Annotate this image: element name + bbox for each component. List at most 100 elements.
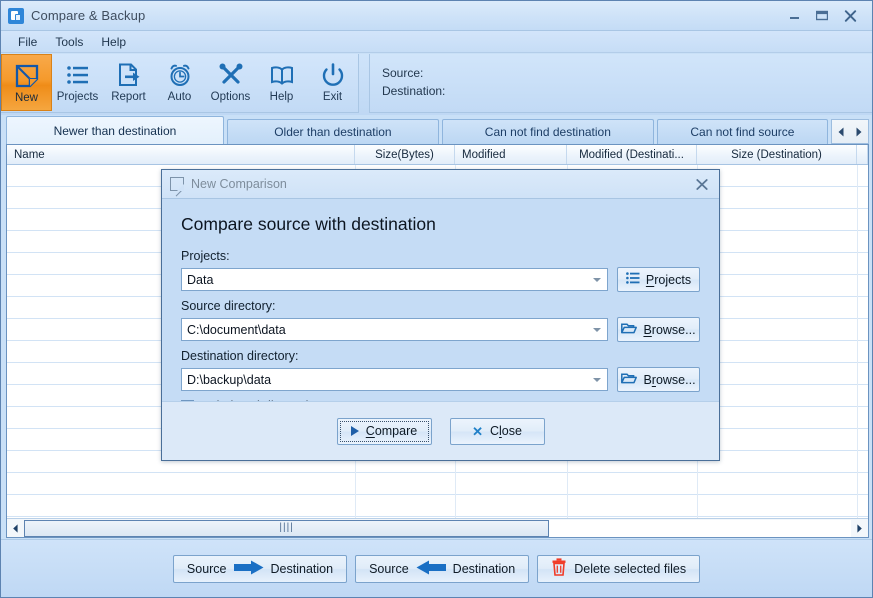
column-header-name[interactable]: Name xyxy=(7,145,355,164)
list-icon xyxy=(65,59,91,90)
compare-button[interactable]: Compare xyxy=(337,418,432,445)
new-comparison-dialog: New Comparison Compare source with desti… xyxy=(161,169,720,461)
scroll-tabs-right-icon[interactable] xyxy=(850,120,868,143)
tab-strip: Newer than destination Older than destin… xyxy=(6,116,869,144)
grid-header-row: Name Size(Bytes) Modified Modified (Dest… xyxy=(7,145,868,165)
delete-selected-files-button[interactable]: Delete selected files xyxy=(537,555,700,583)
destination-to-source-button[interactable]: Source Destination xyxy=(355,555,529,583)
list-icon xyxy=(626,272,640,287)
path-info-panel: Source: Destination: xyxy=(369,54,872,113)
close-icon[interactable] xyxy=(836,5,864,27)
toolbar: New Projects xyxy=(1,54,872,115)
tab-can-not-find-source[interactable]: Can not find source xyxy=(657,119,828,144)
arrow-left-icon xyxy=(416,560,446,578)
toolbar-button-options-label: Options xyxy=(211,90,251,104)
source-directory-combobox[interactable]: C:\document\data xyxy=(181,318,608,341)
source-browse-label: Browse... xyxy=(643,323,695,337)
chevron-down-icon[interactable] xyxy=(593,278,601,282)
button-right-label: Destination xyxy=(453,562,516,576)
toolbar-button-projects-label: Projects xyxy=(57,90,99,104)
play-triangle-icon xyxy=(351,426,359,436)
source-directory-value: C:\document\data xyxy=(187,323,286,337)
destination-directory-row: D:\backup\data Browse... xyxy=(181,367,700,392)
scrollbar-track[interactable]: |||| xyxy=(24,520,851,537)
projects-button[interactable]: Projects xyxy=(617,267,700,292)
source-directory-label: Source directory: xyxy=(181,299,700,314)
menu-item-tools[interactable]: Tools xyxy=(46,33,92,51)
table-row[interactable] xyxy=(7,495,868,517)
toolbar-button-exit[interactable]: Exit xyxy=(307,54,358,111)
chevron-down-icon[interactable] xyxy=(593,378,601,382)
scrollbar-thumb[interactable]: |||| xyxy=(24,520,549,537)
toolbar-button-group: New Projects xyxy=(1,54,359,113)
destination-browse-button[interactable]: Browse... xyxy=(617,367,700,392)
tab-label: Can not find destination xyxy=(485,125,611,139)
toolbar-button-exit-label: Exit xyxy=(323,90,342,104)
dialog-title: New Comparison xyxy=(191,177,287,191)
destination-directory-label: Destination directory: xyxy=(181,349,700,364)
scroll-right-icon[interactable] xyxy=(851,520,868,537)
dialog-body: Compare source with destination Projects… xyxy=(162,199,719,401)
power-icon xyxy=(320,59,346,90)
dialog-heading: Compare source with destination xyxy=(181,213,700,235)
toolbar-button-auto-label: Auto xyxy=(168,90,192,104)
column-header-modified[interactable]: Modified xyxy=(455,145,567,164)
menu-item-file[interactable]: File xyxy=(9,33,46,51)
window-controls xyxy=(780,5,864,27)
projects-combobox[interactable]: Data xyxy=(181,268,608,291)
minimize-icon[interactable] xyxy=(780,5,808,27)
tools-icon xyxy=(218,59,244,90)
trash-icon xyxy=(551,558,567,579)
destination-directory-combobox[interactable]: D:\backup\data xyxy=(181,368,608,391)
tab-older-than-destination[interactable]: Older than destination xyxy=(227,119,439,144)
destination-directory-value: D:\backup\data xyxy=(187,373,271,387)
tab-newer-than-destination[interactable]: Newer than destination xyxy=(6,116,224,144)
maximize-icon[interactable] xyxy=(808,5,836,27)
toolbar-button-options[interactable]: Options xyxy=(205,54,256,111)
toolbar-button-report-label: Report xyxy=(111,90,146,104)
horizontal-scrollbar[interactable]: |||| xyxy=(7,518,868,537)
tab-label: Can not find source xyxy=(690,125,794,139)
new-comparison-icon xyxy=(170,177,184,191)
table-row[interactable] xyxy=(7,473,868,495)
source-to-destination-button[interactable]: Source Destination xyxy=(173,555,347,583)
toolbar-button-help-label: Help xyxy=(270,90,294,104)
close-button[interactable]: ✕ Close xyxy=(450,418,545,445)
window-title: Compare & Backup xyxy=(31,8,145,23)
toolbar-button-auto[interactable]: Auto xyxy=(154,54,205,111)
toolbar-button-report[interactable]: Report xyxy=(103,54,154,111)
button-right-label: Destination xyxy=(271,562,334,576)
column-header-modified-destination[interactable]: Modified (Destinati... xyxy=(567,145,697,164)
button-left-label: Source xyxy=(369,562,409,576)
column-header-overflow[interactable] xyxy=(857,145,868,164)
dialog-close-icon[interactable] xyxy=(691,174,713,194)
destination-browse-label: Browse... xyxy=(643,373,695,387)
folder-icon xyxy=(621,322,637,337)
dialog-footer: Compare ✕ Close xyxy=(162,401,719,460)
scrollbar-grip: |||| xyxy=(279,523,293,533)
toolbar-button-projects[interactable]: Projects xyxy=(52,54,103,111)
scroll-left-icon[interactable] xyxy=(7,520,24,537)
source-browse-button[interactable]: Browse... xyxy=(617,317,700,342)
button-left-label: Source xyxy=(187,562,227,576)
button-right-label: Delete selected files xyxy=(574,562,686,576)
projects-row: Data Projects xyxy=(181,267,700,292)
source-path-label: Source: xyxy=(382,64,872,82)
toolbar-button-new-label: New xyxy=(15,91,38,105)
chevron-down-icon[interactable] xyxy=(593,328,601,332)
scroll-tabs-left-icon[interactable] xyxy=(832,120,850,143)
dialog-title-bar: New Comparison xyxy=(162,170,719,199)
toolbar-button-new[interactable]: New xyxy=(1,54,52,111)
menu-bar: File Tools Help xyxy=(1,31,872,53)
source-directory-row: C:\document\data Browse... xyxy=(181,317,700,342)
toolbar-button-help[interactable]: Help xyxy=(256,54,307,111)
tab-can-not-find-destination[interactable]: Can not find destination xyxy=(442,119,654,144)
folder-icon xyxy=(621,372,637,387)
book-icon xyxy=(269,59,295,90)
projects-value: Data xyxy=(187,273,213,287)
menu-item-help[interactable]: Help xyxy=(92,33,135,51)
column-header-size-bytes[interactable]: Size(Bytes) xyxy=(355,145,455,164)
column-header-size-destination[interactable]: Size (Destination) xyxy=(697,145,857,164)
app-icon xyxy=(8,8,24,24)
destination-path-label: Destination: xyxy=(382,82,872,100)
